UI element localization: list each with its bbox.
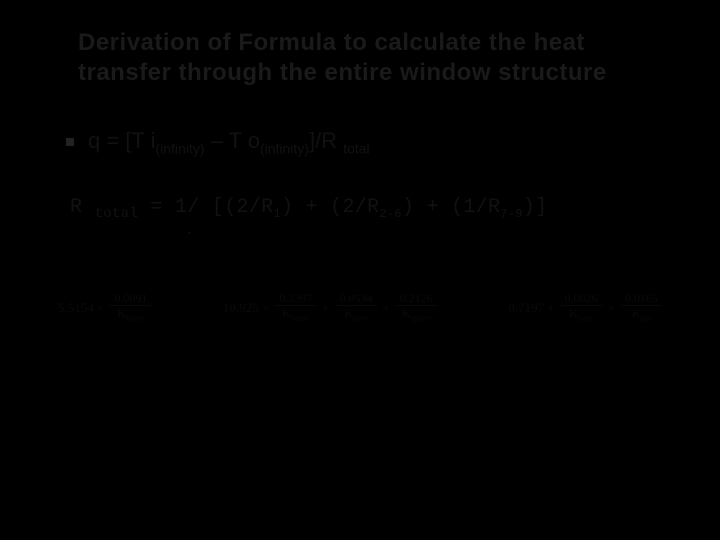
plus: + xyxy=(322,300,329,316)
eq-sub: (infinity) xyxy=(155,140,204,156)
eq-sub: total xyxy=(343,140,369,156)
eq-part: q = [T i xyxy=(88,128,155,153)
denominator: Kgas xyxy=(632,306,651,322)
denominator: Kframe xyxy=(282,306,309,322)
coef: 5.5154 + xyxy=(58,300,104,316)
k-sub: gas xyxy=(641,314,652,323)
numerator: 0.0534 xyxy=(336,292,377,306)
sub-bullet-icon: • xyxy=(188,228,672,238)
fraction: 0.0091 Kframe xyxy=(110,292,151,322)
fraction: 0.3397 Kframe xyxy=(275,292,316,322)
eq-sub: 1 xyxy=(273,207,281,221)
equation-q-text: q = [T i(infinity) – T o(infinity)]/R to… xyxy=(88,128,370,156)
eq-part: ]/R xyxy=(309,128,343,153)
term-3: 0.7197 + 0.0826 Kpane + 0.0165 Kgas xyxy=(508,292,662,322)
fraction: 0.0826 Kpane xyxy=(561,292,602,322)
term-2: 10.925 + 0.3397 Kframe + 0.0534 Kpane + … xyxy=(223,292,437,322)
eq-sub: 2-6 xyxy=(379,207,402,221)
numerator: 0.0091 xyxy=(110,292,151,306)
denominator: Kspacer xyxy=(402,306,431,322)
equation-expanded: 5.5154 + 0.0091 Kframe 10.925 + 0.3397 K… xyxy=(58,292,662,322)
equation-rtotal: R total = 1/ [(2/R1) + (2/R2-6) + (1/R7-… xyxy=(70,196,672,222)
eq-sub: (infinity) xyxy=(260,140,309,156)
k-sub: spacer xyxy=(410,314,430,323)
k-sub: frame xyxy=(291,314,310,323)
slide: Derivation of Formula to calculate the h… xyxy=(0,0,720,540)
numerator: 0.0165 xyxy=(621,292,662,306)
eq-part: R xyxy=(70,196,95,219)
eq-part: = 1/ [(2/R xyxy=(138,196,273,219)
numerator: 0.3397 xyxy=(275,292,316,306)
plus: + xyxy=(383,300,390,316)
eq-sub: total xyxy=(95,206,139,222)
numerator: 0.0826 xyxy=(561,292,602,306)
bullet-icon xyxy=(66,138,74,146)
denominator: Kframe xyxy=(117,306,144,322)
eq-part: – T o xyxy=(204,128,259,153)
fraction: 0.0534 Kpane xyxy=(336,292,377,322)
eq-part: ) + (1/R xyxy=(402,196,500,219)
eq-part: ) + (2/R xyxy=(281,196,379,219)
denominator: Kpane xyxy=(569,306,593,322)
term-1: 5.5154 + 0.0091 Kframe xyxy=(58,292,151,322)
k-sub: pane xyxy=(578,314,593,323)
fraction: 0.0165 Kgas xyxy=(621,292,662,322)
slide-title: Derivation of Formula to calculate the h… xyxy=(78,28,642,88)
fraction: 0.2126 Kspacer xyxy=(396,292,437,322)
plus: + xyxy=(608,300,615,316)
coef: 0.7197 + xyxy=(508,300,554,316)
equation-q: q = [T i(infinity) – T o(infinity)]/R to… xyxy=(66,128,672,156)
coef: 10.925 + xyxy=(223,300,269,316)
numerator: 0.2126 xyxy=(396,292,437,306)
denominator: Kpane xyxy=(344,306,368,322)
k-sub: frame xyxy=(126,314,145,323)
eq-sub: 7-9 xyxy=(500,207,523,221)
eq-part: )] xyxy=(523,196,548,219)
k-sub: pane xyxy=(353,314,368,323)
